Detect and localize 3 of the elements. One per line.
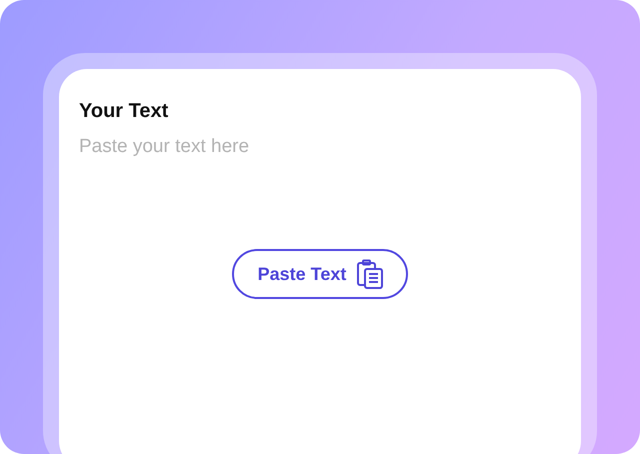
field-title: Your Text — [79, 99, 170, 123]
paste-text-button[interactable]: Paste Text — [232, 249, 408, 299]
clipboard-icon — [356, 259, 384, 289]
